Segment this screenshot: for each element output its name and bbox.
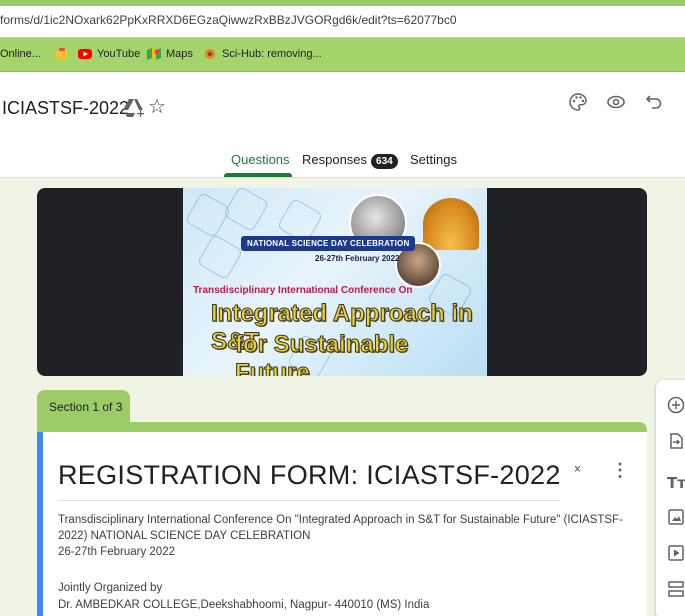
form-header: ICIASTSF-2022 + ☆ Questions Responses 634… xyxy=(0,72,685,178)
form-description-line: Transdisciplinary International Conferen… xyxy=(58,514,623,526)
browser-address-bar[interactable]: forms/d/1ic2NOxark62PpKxRRXD6EGzaQiwwzRx… xyxy=(0,0,685,38)
import-questions-icon[interactable] xyxy=(667,432,685,450)
deekshabhoomi-stupa-image xyxy=(423,198,479,250)
banner-event-label: NATIONAL SCIENCE DAY CELEBRATION xyxy=(241,236,416,251)
bookmark-maps[interactable]: Maps xyxy=(147,48,193,60)
bookmark-label: YouTube xyxy=(97,48,141,60)
form-description-line: 2022) NATIONAL SCIENCE DAY CELEBRATION xyxy=(58,530,311,542)
flipkart-icon xyxy=(56,48,68,59)
floating-toolbar: Tт xyxy=(656,380,685,616)
title-divider xyxy=(58,500,560,501)
header-banner: NATIONAL SCIENCE DAY CELEBRATION 26-27th… xyxy=(37,188,647,376)
bookmark-scihub[interactable]: Sci-Hub: removing... xyxy=(203,48,322,60)
bookmark-youtube[interactable]: YouTube xyxy=(78,48,140,60)
undo-icon[interactable] xyxy=(644,92,664,112)
form-description-line: 26-27th February 2022 xyxy=(58,546,175,558)
card-focus-accent xyxy=(37,432,43,616)
bookmark-label: Maps xyxy=(166,48,193,60)
move-to-drive-icon[interactable]: + xyxy=(122,98,144,118)
browser-tab-strip xyxy=(0,0,685,6)
bookmark-label: Sci-Hub: removing... xyxy=(222,48,322,60)
active-tab-indicator xyxy=(224,173,292,177)
palette-icon[interactable] xyxy=(568,92,588,112)
add-section-icon[interactable] xyxy=(667,580,685,598)
bookmark-online[interactable]: Online... xyxy=(0,48,41,60)
scihub-icon xyxy=(205,49,215,59)
address-url[interactable]: forms/d/1ic2NOxark62PpKxRRXD6EGzaQiwwzRx… xyxy=(0,13,457,27)
preview-eye-icon[interactable] xyxy=(606,92,626,112)
decor-hexagon xyxy=(222,188,270,233)
tab-questions[interactable]: Questions xyxy=(231,152,290,167)
maps-icon xyxy=(147,48,161,60)
svg-text:+: + xyxy=(136,107,144,118)
bookmark-label: Online... xyxy=(0,48,41,60)
collapse-section-icon[interactable]: ⌄ ⌃ xyxy=(572,458,583,480)
decor-hexagon xyxy=(196,233,244,281)
add-video-icon[interactable] xyxy=(667,544,685,562)
tab-responses[interactable]: Responses 634 xyxy=(302,152,398,169)
add-title-icon[interactable]: Tт xyxy=(667,474,685,492)
bookmarks-bar: Online... YouTube Maps Sci-Hub: removing… xyxy=(0,38,685,72)
form-description-line: Dr. AMBEDKAR COLLEGE,Deekshabhoomi, Nagp… xyxy=(58,599,430,611)
youtube-icon xyxy=(78,49,92,59)
tab-label: Responses xyxy=(302,152,368,167)
add-image-icon[interactable] xyxy=(667,508,685,526)
star-icon[interactable]: ☆ xyxy=(148,94,166,119)
tab-settings[interactable]: Settings xyxy=(410,152,457,167)
responses-count-badge: 634 xyxy=(371,154,398,169)
document-title[interactable]: ICIASTSF-2022 xyxy=(2,98,129,119)
add-question-icon[interactable] xyxy=(667,396,685,414)
section-label: Section 1 of 3 xyxy=(37,390,130,424)
banner-poster-image: NATIONAL SCIENCE DAY CELEBRATION 26-27th… xyxy=(183,188,487,376)
more-options-icon[interactable]: ⋮ xyxy=(611,460,629,481)
banner-headline-2: for Sustainable Future xyxy=(235,331,409,377)
bookmark-flipkart[interactable] xyxy=(55,48,69,60)
form-title[interactable]: REGISTRATION FORM: ICIASTSF-2022 xyxy=(58,460,561,491)
banner-dates: 26-27th February 2022 xyxy=(315,254,400,263)
form-description-line: Jointly Organized by xyxy=(58,582,163,594)
banner-conference: Transdisciplinary International Conferen… xyxy=(193,285,413,296)
